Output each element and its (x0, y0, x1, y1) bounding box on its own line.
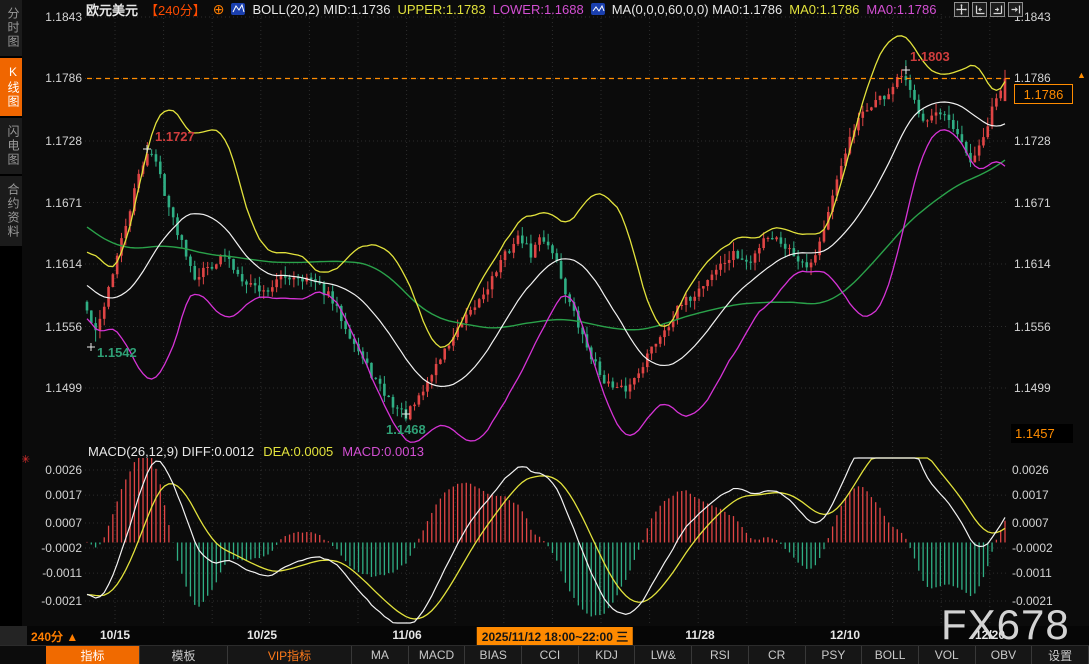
boll-mid-line (87, 102, 1005, 386)
selected-period-highlight: 2025/11/12 18:00~22:00 三 (477, 627, 633, 646)
x-axis-date: 12/10 (830, 628, 860, 642)
macd-axis-tick-left: -0.0002 (30, 541, 82, 555)
macd-axis-tick-left: 0.0007 (30, 516, 82, 530)
axis-shift-right-icon[interactable] (1008, 2, 1023, 17)
macd-axis-tick-right: 0.0026 (1012, 463, 1049, 477)
main-axis-tick-left: 1.1786 (38, 71, 82, 85)
main-axis-tick-left: 1.1728 (38, 134, 82, 148)
current-price-box: 1.1786 (1014, 84, 1073, 104)
tab-1[interactable]: 模板 (140, 646, 228, 664)
time-axis: 240分 ▲ 2025/11/12 18:00~22:00 三 10/15 10/… (0, 626, 1089, 645)
ma60-line (87, 160, 1005, 330)
macd-axis-tick-right: -0.0011 (1012, 566, 1052, 580)
macd-axis-tick-left: 0.0017 (30, 488, 82, 502)
macd-histogram (87, 458, 1005, 616)
sidebar: 分时图K线图闪电图合约资料 (0, 0, 22, 626)
main-axis-tick-left: 1.1843 (38, 10, 82, 24)
macd-value-readout: MACD:0.0013 (342, 444, 424, 459)
boll-readout: BOLL(20,2) MID:1.1736 (252, 2, 390, 17)
axis-expand-left-icon[interactable] (972, 2, 987, 17)
time-axis-corner (0, 626, 27, 645)
sidebar-item-3[interactable]: 合约资料 (0, 176, 22, 246)
boll-lower-readout: LOWER:1.1688 (493, 2, 584, 17)
ma-readout: MA(0,0,0,60,0,0) MA0:1.1786 (612, 2, 783, 17)
main-axis-tick-right: 1.1728 (1014, 134, 1051, 148)
ma-indicator-icon (591, 3, 605, 15)
macd-axis-tick-right: 0.0017 (1012, 488, 1049, 502)
ma-magenta-readout: MA0:1.1786 (866, 2, 936, 17)
svg-text:1.1542: 1.1542 (97, 345, 137, 360)
price-up-arrow-icon: ▲ (1077, 70, 1086, 80)
add-indicator-icon[interactable]: ⊕ (213, 1, 225, 18)
chart-header: 欧元美元 【240分】 ⊕ BOLL(20,2) MID:1.1736 UPPE… (86, 1, 936, 17)
macd-axis-tick-right: -0.0002 (1012, 541, 1053, 555)
boll-indicator-icon (231, 3, 245, 15)
axis-expand-right-icon[interactable] (990, 2, 1005, 17)
watermark: FX678 (941, 601, 1070, 649)
x-axis-date: 10/25 (247, 628, 277, 642)
period-label: 【240分】 (145, 0, 206, 19)
macd-axis-tick-left: 0.0026 (30, 463, 82, 477)
indicator-tab-bar: 指标模板VIP指标MAMACDBIASCCIKDJLW&RSICRPSYBOLL… (0, 645, 1089, 664)
tab-8[interactable]: LW& (635, 646, 692, 664)
tab-3[interactable]: MA (352, 646, 409, 664)
macd-header: MACD(26,12,9) DIFF:0.0012 DEA:0.0005 MAC… (88, 444, 424, 459)
trading-app-window: 分时图K线图闪电图合约资料 欧元美元 【240分】 ⊕ BOLL(20,2) M… (0, 0, 1089, 664)
x-axis-date: 11/28 (685, 628, 714, 642)
svg-text:1.1468: 1.1468 (386, 422, 426, 437)
tab-5[interactable]: BIAS (465, 646, 522, 664)
x-axis-date: 11/06 (392, 628, 421, 642)
tab-2[interactable]: VIP指标 (228, 646, 352, 664)
grid (85, 14, 1009, 623)
boll-upper-line (87, 36, 1005, 347)
sidebar-item-0[interactable]: 分时图 (0, 0, 22, 56)
candles (86, 60, 1007, 421)
chart-toolbar (954, 2, 1023, 17)
tab-13[interactable]: VOL (919, 646, 976, 664)
main-axis-tick-right: 1.1499 (1014, 381, 1051, 395)
main-axis-tick-right: 1.1671 (1014, 196, 1051, 210)
pan-icon[interactable] (954, 2, 969, 17)
main-axis-tick-left: 1.1614 (38, 257, 82, 271)
tab-11[interactable]: PSY (806, 646, 863, 664)
tab-15[interactable]: 设置 (1032, 646, 1089, 664)
price-chart[interactable]: 1.1727 1.1803 1.1542 1.1468 (0, 0, 1089, 628)
boll-lower-line (87, 130, 1005, 442)
macd-axis-tick-left: -0.0011 (30, 566, 82, 580)
tab-10[interactable]: CR (749, 646, 806, 664)
tab-12[interactable]: BOLL (862, 646, 919, 664)
main-axis-tick-left: 1.1556 (38, 320, 82, 334)
macd-readout: MACD(26,12,9) DIFF:0.0012 (88, 444, 254, 459)
macd-axis-tick-left: -0.0021 (30, 594, 82, 608)
x-axis-date: 10/15 (100, 628, 130, 642)
svg-text:1.1727: 1.1727 (155, 129, 195, 144)
indicator-marker-icon: ✳ (21, 453, 30, 466)
tab-bar-spacer (0, 646, 46, 664)
tab-7[interactable]: KDJ (579, 646, 636, 664)
period-selector[interactable]: 240分 ▲ (31, 628, 78, 645)
main-axis-tick-left: 1.1671 (38, 196, 82, 210)
tab-4[interactable]: MACD (409, 646, 466, 664)
tab-0[interactable]: 指标 (46, 646, 140, 664)
dea-readout: DEA:0.0005 (263, 444, 333, 459)
sidebar-item-2[interactable]: 闪电图 (0, 118, 22, 174)
tab-14[interactable]: OBV (976, 646, 1033, 664)
tab-9[interactable]: RSI (692, 646, 749, 664)
main-axis-tick-right: 1.1556 (1014, 320, 1051, 334)
tab-6[interactable]: CCI (522, 646, 579, 664)
session-low-box: 1.1457 (1011, 424, 1073, 443)
symbol-title: 欧元美元 (86, 0, 138, 19)
boll-upper-readout: UPPER:1.1783 (397, 2, 485, 17)
macd-axis-tick-right: 0.0007 (1012, 516, 1049, 530)
ma-yellow-readout: MA0:1.1786 (789, 2, 859, 17)
main-axis-tick-right: 1.1614 (1014, 257, 1051, 271)
main-axis-tick-left: 1.1499 (38, 381, 82, 395)
sidebar-item-1[interactable]: K线图 (0, 58, 22, 116)
svg-text:1.1803: 1.1803 (910, 49, 950, 64)
